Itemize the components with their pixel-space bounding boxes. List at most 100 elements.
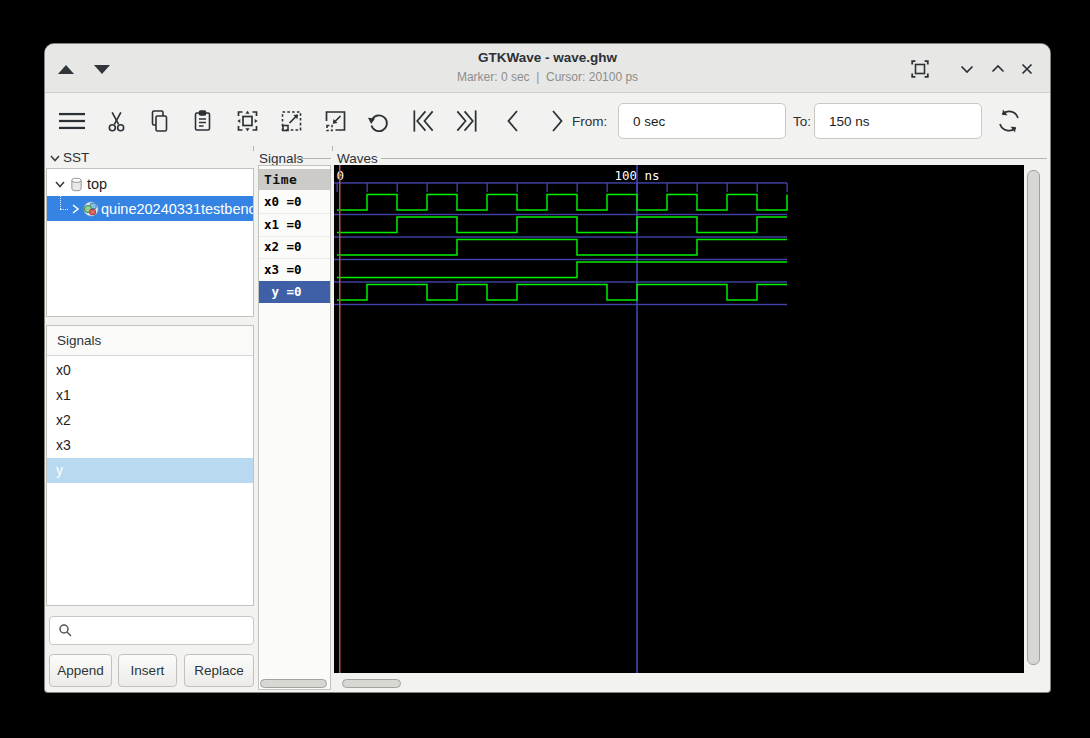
signal-name-row-x2[interactable]: x2 =0 — [259, 236, 330, 260]
close-button[interactable] — [1014, 56, 1040, 82]
search-input[interactable] — [49, 616, 254, 645]
marker-cursor-status: Marker: 0 sec | Cursor: 20100 ps — [45, 70, 1050, 84]
undo-icon — [365, 108, 392, 134]
step-back-icon — [499, 108, 526, 134]
fullscreen-button[interactable] — [907, 56, 933, 82]
waves-frame-line — [381, 158, 1047, 159]
chevron-down-icon — [959, 61, 975, 77]
to-input[interactable]: 150 ns — [814, 103, 982, 139]
signal-name-panel: Time x0 =0 x1 =0 x2 =0 x3 =0 y =0 — [258, 165, 331, 690]
signal-list-item-y[interactable]: y — [47, 458, 253, 483]
insert-button[interactable]: Insert — [118, 654, 177, 687]
signal-name-label: x3 =0 — [264, 262, 302, 277]
signal-list-item-label: x3 — [56, 437, 71, 453]
replace-label: Replace — [194, 663, 244, 678]
signal-list-item-label: x1 — [56, 387, 71, 403]
expander-down-icon — [49, 152, 61, 164]
zoom-in-button[interactable] — [274, 104, 308, 138]
signal-list-item-label: x2 — [56, 412, 71, 428]
step-forward-icon — [542, 108, 569, 134]
from-value: 0 sec — [633, 114, 665, 129]
zoom-out-icon — [322, 108, 349, 134]
waves-frame-label: Waves — [337, 151, 378, 166]
skip-to-end-button[interactable] — [449, 104, 483, 138]
signal-panel-hscrollbar[interactable] — [260, 679, 327, 688]
skip-to-end-icon — [453, 108, 480, 134]
window-title: GTKWave - wave.ghw — [45, 50, 1050, 65]
signal-list-header-label: Signals — [57, 333, 101, 348]
step-forward-button[interactable] — [538, 104, 572, 138]
cut-icon — [103, 108, 130, 134]
step-back-button[interactable] — [495, 104, 529, 138]
sst-expander[interactable]: SST — [49, 150, 89, 165]
signals-frame-line — [296, 158, 331, 159]
chevron-up-icon — [990, 61, 1006, 77]
undo-button[interactable] — [362, 104, 396, 138]
zoom-fit-icon — [234, 108, 261, 134]
zoom-in-icon — [278, 108, 305, 134]
fullscreen-icon — [911, 60, 929, 78]
replace-button[interactable]: Replace — [184, 654, 254, 687]
reload-icon — [994, 106, 1024, 136]
tree-item-label: quine20240331testbench — [101, 201, 253, 217]
time-header[interactable]: Time — [259, 169, 330, 190]
sst-label: SST — [63, 150, 89, 165]
signal-name-label: x1 =0 — [264, 217, 302, 232]
pane-splitter-mark — [253, 146, 254, 151]
zoom-fit-button[interactable] — [231, 104, 265, 138]
wave-hscrollbar[interactable] — [342, 679, 401, 688]
to-label: To: — [793, 114, 811, 129]
expander-right-icon[interactable] — [70, 203, 81, 215]
copy-icon — [146, 108, 173, 134]
reload-button[interactable] — [992, 104, 1026, 138]
signal-list-item-x3[interactable]: x3 — [47, 433, 253, 458]
from-input[interactable]: 0 sec — [618, 103, 786, 139]
from-label: From: — [572, 114, 607, 129]
signal-list-item-label: y — [56, 462, 63, 478]
tree-guide — [60, 209, 68, 210]
signal-name-label: x2 =0 — [264, 239, 302, 254]
append-button[interactable]: Append — [49, 654, 112, 687]
signal-list-item-x1[interactable]: x1 — [47, 382, 253, 407]
paste-button[interactable] — [186, 104, 220, 138]
pane-splitter-mark — [332, 146, 333, 151]
menu-icon — [56, 108, 88, 134]
insert-label: Insert — [131, 663, 165, 678]
tree-item-label: top — [87, 176, 107, 192]
paste-icon — [189, 108, 216, 134]
maximize-button[interactable] — [985, 56, 1011, 82]
copy-button[interactable] — [142, 104, 176, 138]
expander-down-icon[interactable] — [54, 178, 66, 190]
signal-list-item-x0[interactable]: x0 — [47, 357, 253, 382]
minimize-button[interactable] — [954, 56, 980, 82]
wave-vscrollbar[interactable] — [1027, 170, 1040, 665]
module-cylinder-icon — [70, 177, 83, 192]
sst-tree: top quine20240331testbench — [46, 168, 254, 317]
signal-name-row-x3[interactable]: x3 =0 — [259, 258, 330, 282]
signal-list-header[interactable]: Signals — [47, 326, 253, 356]
time-header-label: Time — [264, 172, 297, 187]
signal-name-label: y =0 — [264, 284, 302, 299]
search-icon — [58, 623, 73, 638]
wave-canvas[interactable]: 0100 ns — [334, 165, 1024, 673]
gtkwave-window: GTKWave - wave.ghw Marker: 0 sec | Curso… — [45, 44, 1050, 692]
signal-list-item-x2[interactable]: x2 — [47, 407, 253, 432]
signal-name-label: x0 =0 — [264, 194, 302, 209]
signal-list-item-label: x0 — [56, 362, 71, 378]
titlebar: GTKWave - wave.ghw Marker: 0 sec | Curso… — [45, 44, 1050, 93]
append-label: Append — [57, 663, 104, 678]
zoom-out-button[interactable] — [318, 104, 352, 138]
skip-to-start-icon — [410, 108, 437, 134]
menu-button[interactable] — [55, 104, 89, 138]
signal-name-row-x0[interactable]: x0 =0 — [259, 191, 330, 215]
close-icon — [1019, 61, 1035, 77]
cut-button[interactable] — [99, 104, 133, 138]
signal-name-row-y[interactable]: y =0 — [259, 281, 330, 304]
tree-row-top[interactable]: top — [47, 172, 253, 196]
tree-row-testbench[interactable]: quine20240331testbench — [47, 196, 253, 221]
component-icon — [83, 201, 99, 217]
signal-name-row-x1[interactable]: x1 =0 — [259, 213, 330, 237]
tree-guide — [60, 196, 61, 209]
skip-to-start-button[interactable] — [406, 104, 440, 138]
to-value: 150 ns — [829, 114, 870, 129]
